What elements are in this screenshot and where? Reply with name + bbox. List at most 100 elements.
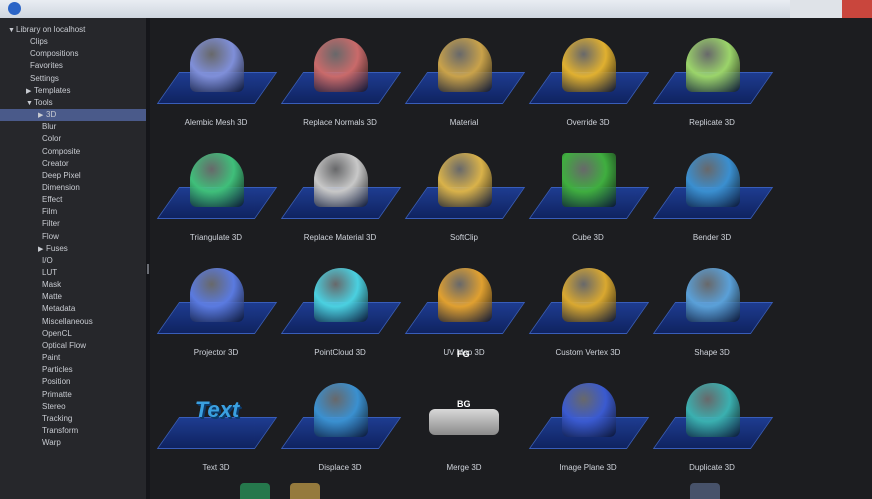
minimize-button[interactable] bbox=[790, 0, 816, 18]
tool-tile-projector-3d[interactable]: Projector 3D bbox=[156, 254, 278, 364]
tool-tile-text-3d[interactable]: Text Text 3D bbox=[156, 369, 278, 479]
sidebar-item-favorites[interactable]: Favorites bbox=[26, 60, 146, 72]
sidebar-item-dimension[interactable]: Dimension bbox=[38, 182, 146, 194]
tool-tile-replicate-3d[interactable]: Replicate 3D bbox=[652, 24, 774, 134]
custom-vertex-icon bbox=[562, 268, 616, 322]
tool-grid: Alembic Mesh 3D Replace Normals 3D Materia… bbox=[150, 18, 872, 499]
sidebar-item-label: 3D bbox=[46, 110, 57, 120]
tool-tile-override-3d[interactable]: Override 3D bbox=[528, 24, 650, 134]
image-plane-icon bbox=[562, 383, 616, 437]
tool-tile-softclip[interactable]: SoftClip bbox=[404, 139, 526, 249]
sidebar-item-stereo[interactable]: Stereo bbox=[38, 401, 146, 413]
sidebar-item-settings[interactable]: Settings bbox=[26, 73, 146, 85]
bender-icon bbox=[686, 153, 740, 207]
tool-label: Override 3D bbox=[566, 118, 610, 127]
partial-tile-icon bbox=[690, 483, 720, 499]
partial-tile-icon bbox=[290, 483, 320, 499]
sidebar-item-opencl[interactable]: OpenCL bbox=[38, 328, 146, 340]
sidebar-item-composite[interactable]: Composite bbox=[38, 146, 146, 158]
splitter-grip-icon[interactable] bbox=[147, 264, 149, 274]
sidebar-item-position[interactable]: Position bbox=[38, 376, 146, 388]
tool-tile-custom-vertex-3d[interactable]: Custom Vertex 3D bbox=[528, 254, 650, 364]
partial-tile-icon bbox=[240, 483, 270, 499]
sidebar-item-label: I/O bbox=[42, 255, 53, 265]
tool-tile-replace-material-3d[interactable]: Replace Material 3D bbox=[280, 139, 402, 249]
sidebar-item-label: Filter bbox=[42, 219, 60, 229]
sidebar-item-primatte[interactable]: Primatte bbox=[38, 389, 146, 401]
close-button[interactable] bbox=[842, 0, 872, 18]
tool-tile-alembic-mesh-3d[interactable]: Alembic Mesh 3D bbox=[156, 24, 278, 134]
maximize-button[interactable] bbox=[816, 0, 842, 18]
sidebar-item-label: Paint bbox=[42, 353, 61, 363]
app-window: ▼Library on localhost Clips Compositions Fa… bbox=[0, 0, 872, 499]
sidebar-item-blur[interactable]: Blur bbox=[38, 121, 146, 133]
tool-label: SoftClip bbox=[449, 233, 478, 242]
tool-label: Triangulate 3D bbox=[189, 233, 243, 242]
sidebar-item-transform[interactable]: Transform bbox=[38, 425, 146, 437]
sidebar-item-label: Creator bbox=[42, 158, 69, 168]
sidebar-item-3d[interactable]: ▶ 3D bbox=[0, 109, 146, 122]
sidebar-item-tools[interactable]: ▼Tools bbox=[26, 97, 146, 109]
sidebar-item-label: Warp bbox=[42, 438, 61, 448]
replace-material-icon bbox=[314, 153, 368, 207]
tool-tile-duplicate-3d[interactable]: Duplicate 3D bbox=[652, 369, 774, 479]
sidebar-item-clips[interactable]: Clips bbox=[26, 36, 146, 48]
sidebar-item-paint[interactable]: Paint bbox=[38, 352, 146, 364]
sidebar-item-label: Clips bbox=[30, 37, 48, 47]
sidebar-item-fuses[interactable]: ▶ Fuses bbox=[38, 243, 146, 255]
sidebar-item-label: Primatte bbox=[42, 389, 72, 399]
sidebar-item-lut[interactable]: LUT bbox=[38, 267, 146, 279]
tool-tile-image-plane-3d[interactable]: Image Plane 3D bbox=[528, 369, 650, 479]
sidebar-item-label: Composite bbox=[42, 146, 81, 156]
sidebar-item-particles[interactable]: Particles bbox=[38, 364, 146, 376]
sidebar-item-library-on-localhost[interactable]: ▼Library on localhost bbox=[8, 24, 146, 36]
sidebar-item-filter[interactable]: Filter bbox=[38, 218, 146, 230]
tool-label: Duplicate 3D bbox=[689, 463, 735, 472]
sidebar-item-tracking[interactable]: Tracking bbox=[38, 413, 146, 425]
tool-label: Projector 3D bbox=[193, 348, 239, 357]
sidebar-item-templates[interactable]: ▶ Templates bbox=[26, 85, 146, 97]
tool-tile-pointcloud-3d[interactable]: PointCloud 3D bbox=[280, 254, 402, 364]
tool-label: Replicate 3D bbox=[689, 118, 735, 127]
sidebar-item-film[interactable]: Film bbox=[38, 206, 146, 218]
tool-tile-bender-3d[interactable]: Bender 3D bbox=[652, 139, 774, 249]
sidebar-item-mask[interactable]: Mask bbox=[38, 279, 146, 291]
tool-label: Replace Material 3D bbox=[303, 233, 377, 242]
tool-label: Replace Normals 3D bbox=[303, 118, 377, 127]
tool-label: Cube 3D bbox=[572, 233, 604, 242]
tool-tile-triangulate-3d[interactable]: Triangulate 3D bbox=[156, 139, 278, 249]
tool-tile-uv-map-3d[interactable]: UV Map 3D bbox=[404, 254, 526, 364]
tool-tile-merge-3d[interactable]: FG BG Merge 3D bbox=[404, 349, 524, 479]
tool-label: PointCloud 3D bbox=[314, 348, 366, 357]
tool-label: Custom Vertex 3D bbox=[555, 348, 621, 357]
sidebar-item-flow[interactable]: Flow bbox=[38, 231, 146, 243]
sidebar-item-miscellaneous[interactable]: Miscellaneous bbox=[38, 316, 146, 328]
sidebar-item-color[interactable]: Color bbox=[38, 133, 146, 145]
sidebar-item-label: Blur bbox=[42, 122, 57, 132]
sidebar-item-label: Effect bbox=[42, 195, 63, 205]
tool-label: Bender 3D bbox=[692, 233, 732, 242]
sidebar-item-optical-flow[interactable]: Optical Flow bbox=[38, 340, 146, 352]
sidebar-item-deep-pixel[interactable]: Deep Pixel bbox=[38, 170, 146, 182]
sidebar-item-creator[interactable]: Creator bbox=[38, 158, 146, 170]
sidebar-item-label: Library on localhost bbox=[16, 25, 86, 34]
text-3d-icon: Text bbox=[194, 397, 240, 422]
sidebar-item-matte[interactable]: Matte bbox=[38, 291, 146, 303]
expand-down-icon[interactable]: ▼ bbox=[8, 25, 16, 37]
sidebar-item-compositions[interactable]: Compositions bbox=[26, 48, 146, 60]
tool-label: Merge 3D bbox=[446, 463, 482, 472]
sidebar-item-label: LUT bbox=[42, 268, 58, 277]
pointcloud-icon bbox=[314, 268, 368, 322]
tool-label: Shape 3D bbox=[694, 348, 730, 357]
sidebar-item-i-o[interactable]: I/O bbox=[38, 255, 146, 267]
sidebar-item-label: OpenCL bbox=[42, 328, 72, 338]
sidebar-item-effect[interactable]: Effect bbox=[38, 194, 146, 206]
tool-tile-cube-3d[interactable]: Cube 3D bbox=[528, 139, 650, 249]
tool-tile-replace-normals-3d[interactable]: Replace Normals 3D bbox=[280, 24, 402, 134]
sidebar-item-label: Miscellaneous bbox=[42, 316, 93, 326]
tool-tile-material[interactable]: Material bbox=[404, 24, 526, 134]
tool-tile-displace-3d[interactable]: Displace 3D bbox=[280, 369, 402, 479]
tool-tile-shape-3d[interactable]: Shape 3D bbox=[652, 254, 774, 364]
sidebar-item-metadata[interactable]: Metadata bbox=[38, 303, 146, 315]
sidebar-item-warp[interactable]: Warp bbox=[38, 437, 146, 449]
